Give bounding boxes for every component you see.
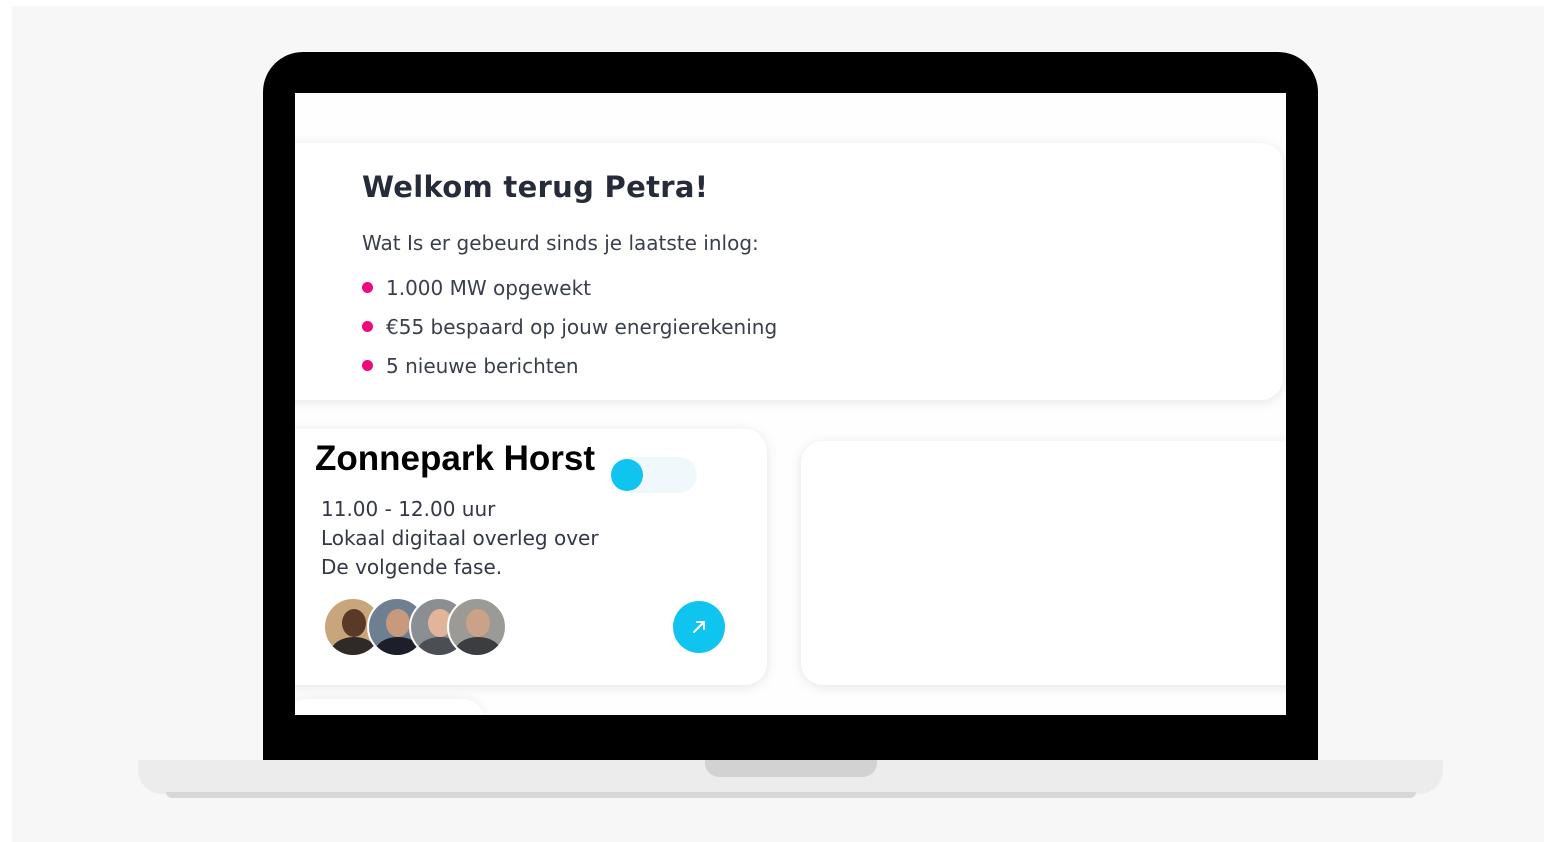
update-item: 5 nieuwe berichten — [362, 346, 777, 385]
event-details: 11.00 - 12.00 uur Lokaal digitaal overle… — [321, 495, 599, 582]
update-list: 1.000 MW opgewekt €55 bespaard op jouw e… — [362, 268, 777, 385]
arrow-up-right-icon — [693, 621, 705, 633]
update-item-text: €55 bespaard op jouw energierekening — [386, 314, 778, 339]
laptop-base-shadow — [166, 792, 1416, 798]
empty-card — [801, 441, 1286, 685]
update-item-text: 1.000 MW opgewekt — [386, 275, 592, 300]
laptop-notch — [705, 760, 877, 777]
update-item-text: 5 nieuwe berichten — [386, 353, 579, 378]
event-toggle[interactable] — [611, 457, 697, 493]
update-item: 1.000 MW opgewekt — [362, 268, 777, 307]
laptop-screen: Welkom terug Petra! Wat Is er gebeurd si… — [295, 93, 1286, 715]
bullet-dot-icon — [362, 360, 373, 371]
welcome-title: Welkom terug Petra! — [362, 170, 709, 204]
next-card-peek — [295, 699, 485, 715]
update-item: €55 bespaard op jouw energierekening — [362, 307, 777, 346]
event-title: Zonnepark Horst — [315, 439, 596, 478]
bullet-dot-icon — [362, 321, 373, 332]
toggle-knob — [611, 459, 643, 491]
bullet-dot-icon — [362, 282, 373, 293]
welcome-card: Welkom terug Petra! Wat Is er gebeurd si… — [295, 143, 1283, 400]
event-description-line: De volgende fase. — [321, 555, 503, 579]
avatar — [447, 597, 507, 657]
event-card[interactable]: Zonnepark Horst 11.00 - 12.00 uur Lokaal… — [295, 429, 767, 685]
event-time: 11.00 - 12.00 uur — [321, 497, 496, 521]
event-description-line: Lokaal digitaal overleg over — [321, 526, 599, 550]
open-event-button[interactable] — [673, 601, 725, 653]
welcome-subtitle: Wat Is er gebeurd sinds je laatste inlog… — [362, 231, 759, 255]
